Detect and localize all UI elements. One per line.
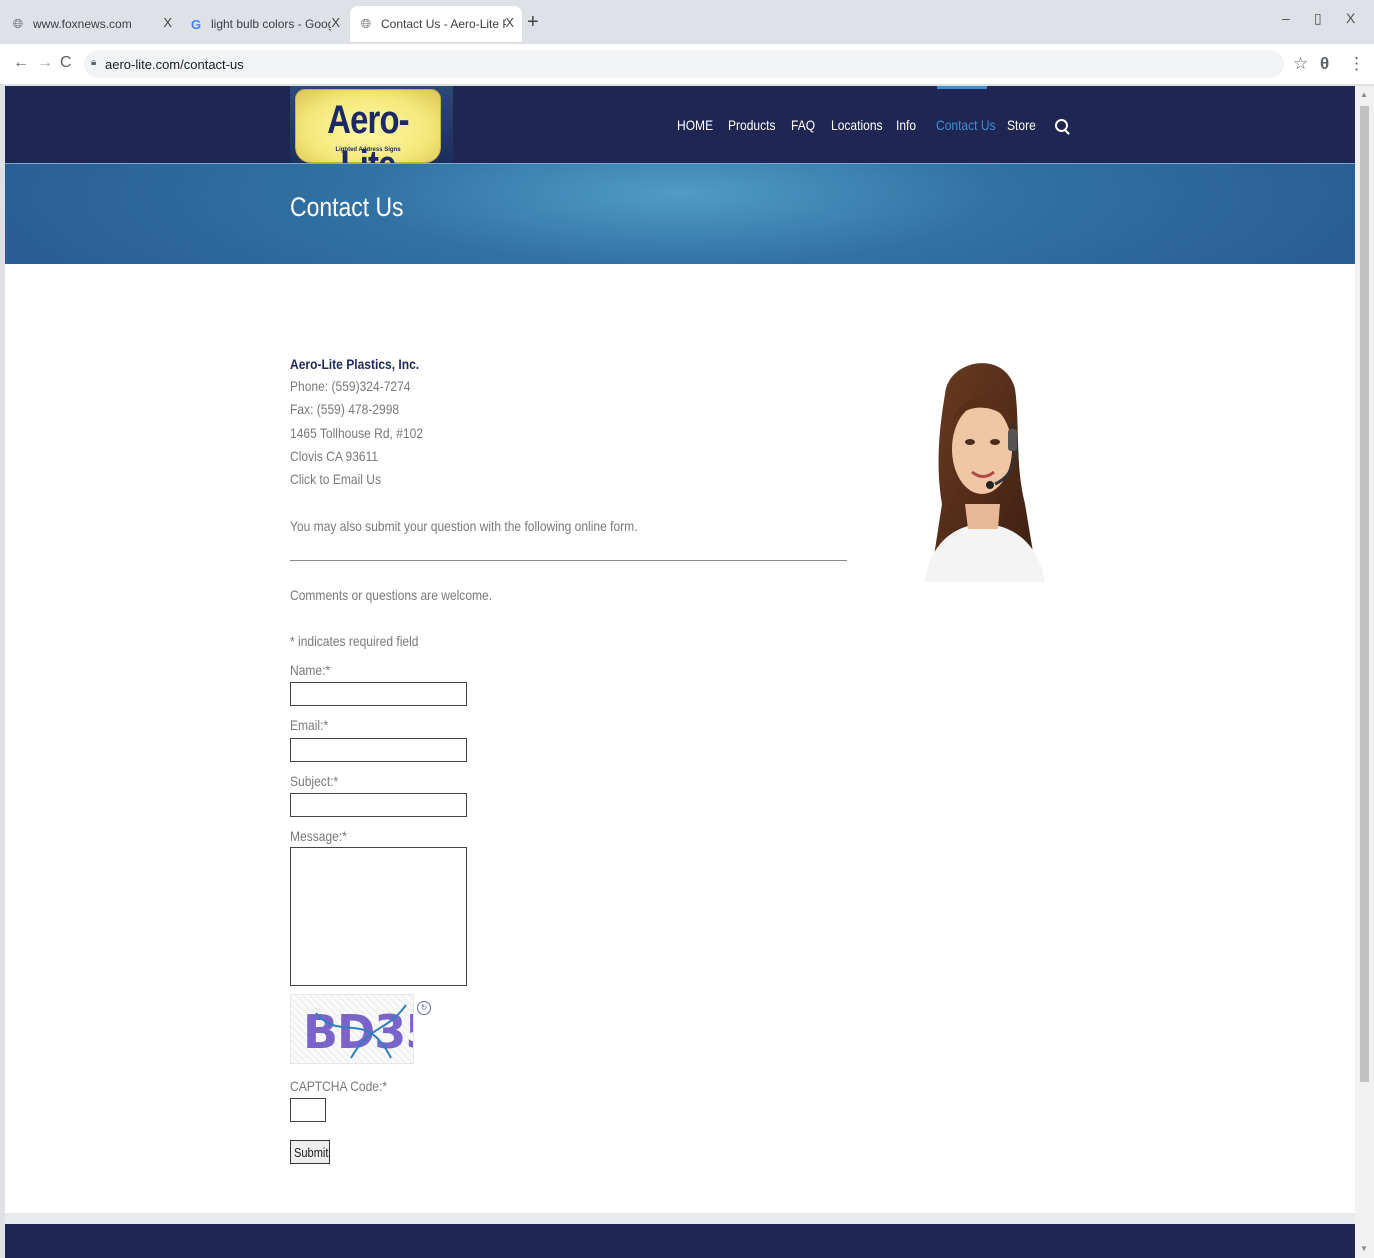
close-tab-icon[interactable]: X [163, 15, 172, 30]
message-textarea[interactable] [290, 847, 467, 986]
form-intro: Comments or questions are welcome. [290, 587, 493, 603]
nav-link[interactable]: Store [1007, 117, 1036, 133]
support-agent-image [925, 363, 1045, 582]
company-name: Aero-Lite Plastics, Inc. [290, 356, 420, 372]
email-label: Email:* [290, 717, 329, 733]
forward-icon[interactable]: → [37, 54, 53, 72]
tab-title: Contact Us - Aero-Lite Plastics, In [381, 17, 506, 31]
scroll-up-arrow[interactable]: ▲ [1360, 90, 1368, 99]
close-tab-icon[interactable]: X [331, 15, 340, 30]
tab-google-search[interactable]: G light bulb colors - Google Search X [188, 6, 348, 42]
nav-item-contact-us[interactable]: Contact Us [936, 86, 1005, 163]
captcha-image: BD35 [290, 994, 414, 1064]
nav-item-locations[interactable]: Locations [831, 86, 891, 163]
minimize-button[interactable]: – [1282, 10, 1290, 26]
nav-link[interactable]: Locations [831, 117, 883, 133]
url-text[interactable]: aero-lite.com/contact-us [105, 57, 244, 72]
nav-link[interactable]: Products [728, 117, 776, 133]
submit-button[interactable]: Submit [290, 1140, 330, 1164]
web-page: Aero-Lite Lighted Address Signs HOME Pro… [5, 86, 1355, 1258]
page-title-banner: Contact Us [5, 163, 1355, 264]
tab-foxnews[interactable]: 🌐︎ www.foxnews.com X [10, 6, 180, 42]
address-bar[interactable] [84, 50, 1284, 78]
lock-icon: 🔒︎ [91, 57, 97, 68]
menu-icon[interactable]: ⋮ [1348, 54, 1365, 74]
reload-icon[interactable]: C [60, 54, 72, 72]
tab-contact-us[interactable]: 🌐︎ Contact Us - Aero-Lite Plastics, In X [350, 6, 522, 42]
captcha-input[interactable] [290, 1098, 326, 1122]
footer-spacer [5, 1213, 1355, 1224]
logo-subtitle: Lighted Address Signs [335, 147, 401, 153]
globe-icon: 🌐︎ [12, 16, 24, 31]
close-window-button[interactable]: X [1346, 10, 1355, 26]
address-line-2: Clovis CA 93611 [290, 448, 379, 464]
site-header: Aero-Lite Lighted Address Signs HOME Pro… [5, 86, 1355, 187]
new-tab-button[interactable]: + [527, 12, 539, 32]
bookmark-star-icon[interactable]: ☆ [1293, 54, 1308, 74]
scroll-down-arrow[interactable]: ▼ [1360, 1244, 1368, 1253]
page-scrollbar[interactable]: ▲ ▼ [1355, 86, 1374, 1258]
divider [290, 560, 847, 561]
required-note: * indicates required field [290, 633, 419, 649]
profile-icon[interactable]: θ [1320, 54, 1329, 74]
nav-item-faq[interactable]: FAQ [791, 86, 819, 163]
search-icon[interactable] [1055, 119, 1068, 132]
nav-link[interactable]: HOME [677, 117, 713, 133]
fax-number: Fax: (559) 478-2998 [290, 401, 400, 417]
restore-button[interactable]: ▯ [1314, 10, 1322, 27]
browser-tab-strip: 🌐︎ www.foxnews.com X G light bulb colors… [0, 0, 1374, 44]
nav-link[interactable]: Info [896, 117, 916, 133]
site-footer [5, 1224, 1355, 1258]
subject-input[interactable] [290, 793, 467, 817]
close-tab-icon[interactable]: X [505, 15, 514, 30]
globe-icon: 🌐︎ [360, 16, 372, 31]
email-input[interactable] [290, 738, 467, 762]
phone-number: Phone: (559)324-7274 [290, 378, 411, 394]
email-link[interactable]: Click to Email Us [290, 471, 381, 487]
nav-link[interactable]: Contact Us [936, 117, 996, 133]
page-title: Contact Us [290, 192, 404, 222]
nav-item-products[interactable]: Products [728, 86, 783, 163]
subject-label: Subject:* [290, 773, 339, 789]
logo: Aero-Lite Lighted Address Signs [295, 89, 441, 187]
refresh-captcha-icon[interactable]: ↻ [417, 1001, 431, 1015]
nav-item-store[interactable]: Store [1007, 86, 1040, 163]
tab-title: www.foxnews.com [33, 17, 132, 31]
form-note: You may also submit your question with t… [290, 518, 638, 534]
google-icon: G [190, 16, 202, 32]
scrollbar-thumb[interactable] [1360, 106, 1369, 1082]
logo-link[interactable]: Aero-Lite Lighted Address Signs [290, 86, 453, 187]
back-icon[interactable]: ← [13, 54, 29, 72]
captcha-noise-lines [315, 1004, 407, 1059]
tab-title: light bulb colors - Google Search [211, 17, 331, 31]
captcha-label: CAPTCHA Code:* [290, 1078, 388, 1094]
message-label: Message:* [290, 828, 347, 844]
name-input[interactable] [290, 682, 467, 706]
address-line-1: 1465 Tollhouse Rd, #102 [290, 425, 424, 441]
nav-item-home[interactable]: HOME [677, 86, 719, 163]
name-label: Name:* [290, 662, 331, 678]
nav-item-info[interactable]: Info [896, 86, 919, 163]
submit-label: Submit [294, 1144, 329, 1160]
nav-link[interactable]: FAQ [791, 117, 815, 133]
